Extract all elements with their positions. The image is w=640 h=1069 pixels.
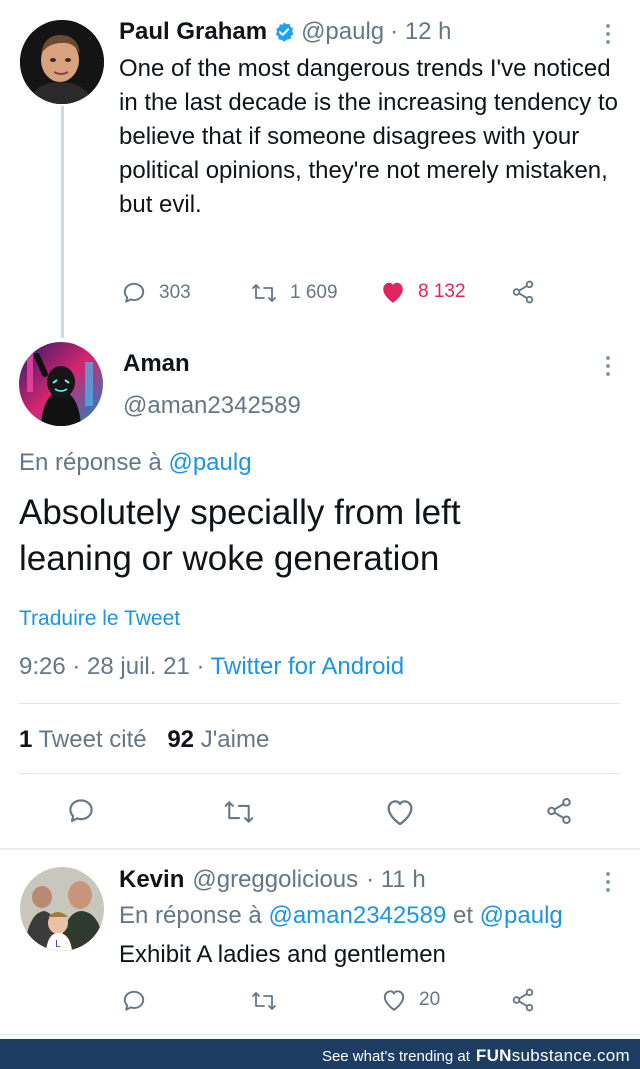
avatar-paulg-image bbox=[20, 20, 104, 104]
author-name[interactable]: Aman bbox=[123, 350, 190, 378]
heart-filled-icon bbox=[383, 282, 403, 303]
tweet-time[interactable]: · 12 h bbox=[390, 18, 451, 46]
tweet-timestamp[interactable]: 9:26 · 28 juil. 21 · bbox=[19, 653, 204, 680]
reply-button[interactable] bbox=[121, 988, 147, 1019]
quote-count: 1 bbox=[19, 726, 33, 753]
heart-outline-icon bbox=[387, 800, 413, 826]
like-button[interactable] bbox=[384, 797, 416, 832]
tweet-text: Exhibit A ladies and gentlemen bbox=[119, 941, 446, 968]
brand-part-c: .com bbox=[591, 1046, 630, 1065]
svg-text:L: L bbox=[55, 939, 61, 950]
divider bbox=[0, 848, 640, 850]
footer-text: See what's trending at bbox=[321, 1048, 470, 1065]
tweet-text-large: Absolutely specially from left leaning o… bbox=[19, 493, 461, 578]
engagement-stats: 1 Tweet cité 92 J'aime bbox=[19, 726, 269, 754]
reply-icon bbox=[69, 799, 93, 823]
share-icon bbox=[547, 798, 571, 824]
author-name[interactable]: Paul Graham bbox=[119, 18, 267, 46]
funsubstance-footer[interactable]: See what's trending at FUNsubstance.com bbox=[0, 1039, 640, 1069]
avatar-kevin[interactable]: L bbox=[20, 867, 104, 951]
reply-count: 303 bbox=[159, 282, 191, 303]
replying-to-label: En réponse à bbox=[19, 449, 162, 476]
avatar-aman[interactable] bbox=[19, 342, 103, 426]
like-count: 8 132 bbox=[418, 281, 466, 302]
like-button[interactable]: 20 bbox=[381, 988, 440, 1012]
author-handle[interactable]: @paulg bbox=[301, 18, 384, 46]
tweet-header-paulg: Paul Graham @paulg · 12 h bbox=[119, 18, 452, 46]
retweet-button[interactable] bbox=[222, 797, 256, 832]
retweet-icon bbox=[252, 284, 276, 302]
thread-line bbox=[61, 106, 64, 338]
divider bbox=[19, 703, 620, 704]
brand-part-a: FUN bbox=[475, 1046, 512, 1065]
translate-tweet-link[interactable]: Traduire le Tweet bbox=[19, 607, 180, 631]
likes-stat[interactable]: 92 J'aime bbox=[167, 726, 269, 753]
reply-to-link[interactable]: @paulg bbox=[168, 449, 251, 476]
footer-brand[interactable]: FUNsubstance.com bbox=[476, 1046, 630, 1066]
reply-button[interactable] bbox=[66, 796, 96, 831]
author-handle[interactable]: @aman2342589 bbox=[123, 392, 301, 420]
reply-button[interactable]: 303 bbox=[121, 280, 191, 306]
replying-to-and: et bbox=[452, 902, 473, 929]
reply-to-link[interactable]: @aman2342589 bbox=[268, 902, 446, 929]
tweet-text: One of the most dangerous trends I've no… bbox=[119, 55, 618, 218]
tweet-meta: 9:26 · 28 juil. 21 · Twitter for Android bbox=[19, 653, 404, 681]
avatar-aman-image bbox=[19, 342, 103, 426]
reply-icon bbox=[123, 990, 145, 1011]
replying-to: En réponse à @paulg bbox=[19, 449, 252, 477]
share-button[interactable] bbox=[544, 796, 574, 831]
avatar-kevin-image: L bbox=[20, 867, 104, 951]
more-options-icon[interactable] bbox=[605, 24, 611, 48]
retweet-icon bbox=[224, 801, 254, 823]
divider bbox=[19, 773, 620, 774]
avatar-paulg[interactable] bbox=[20, 20, 104, 104]
replying-to-label: En réponse à bbox=[119, 902, 262, 929]
author-handle[interactable]: @greggolicious bbox=[192, 866, 358, 894]
verified-badge-icon bbox=[273, 21, 295, 43]
tweet-source-link[interactable]: Twitter for Android bbox=[211, 653, 404, 680]
reply-to-link[interactable]: @paulg bbox=[480, 902, 563, 929]
share-icon bbox=[512, 280, 534, 304]
replying-to: En réponse à @aman2342589 et @paulg bbox=[119, 902, 563, 930]
brand-part-b: substance bbox=[511, 1046, 592, 1065]
author-name[interactable]: Kevin bbox=[119, 866, 184, 894]
reply-icon bbox=[123, 282, 145, 303]
retweet-count: 1 609 bbox=[290, 282, 338, 303]
retweet-button[interactable]: 1 609 bbox=[250, 280, 338, 306]
tweet-time[interactable]: · 11 h bbox=[366, 866, 426, 894]
quote-label: Tweet cité bbox=[38, 726, 147, 753]
likes-label: J'aime bbox=[200, 726, 270, 753]
share-button[interactable] bbox=[510, 987, 536, 1018]
quote-tweets-stat[interactable]: 1 Tweet cité bbox=[19, 726, 147, 753]
share-button[interactable] bbox=[510, 279, 536, 305]
tweet-header-kevin: Kevin @greggolicious · 11 h bbox=[119, 866, 426, 894]
heart-outline-icon bbox=[383, 990, 405, 1011]
retweet-icon bbox=[252, 992, 276, 1010]
footer-content: See what's trending at FUNsubstance.com bbox=[322, 1046, 630, 1066]
retweet-button[interactable] bbox=[250, 988, 278, 1019]
divider bbox=[0, 1034, 640, 1035]
share-icon bbox=[512, 988, 534, 1012]
like-button[interactable]: 8 132 bbox=[380, 280, 466, 304]
more-options-icon[interactable] bbox=[605, 872, 611, 896]
more-options-icon[interactable] bbox=[605, 356, 611, 380]
likes-count: 92 bbox=[167, 726, 195, 753]
like-count: 20 bbox=[419, 989, 441, 1010]
